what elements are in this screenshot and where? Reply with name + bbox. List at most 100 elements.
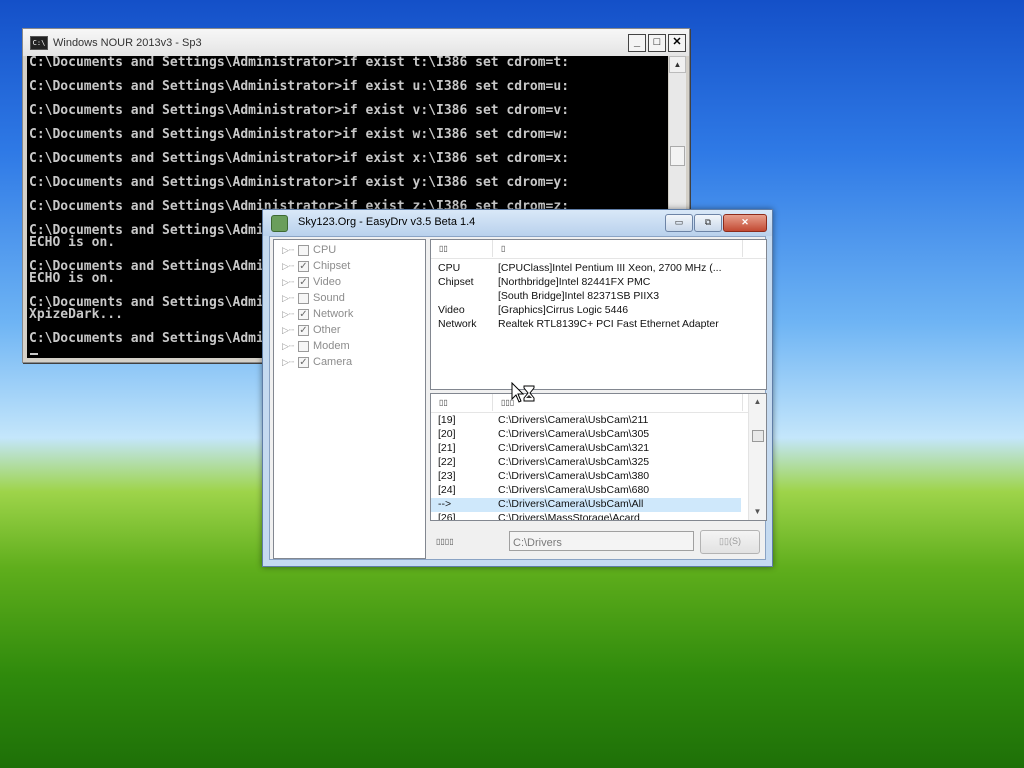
console-line: C:\Documents and Settings\Administrator>… (29, 103, 570, 118)
row-index: [23] (438, 470, 456, 482)
expand-icon[interactable]: ▷┈ (282, 293, 294, 304)
tree-item-chipset[interactable]: ▷┈ ✓ Chipset (282, 258, 350, 274)
column-header-device[interactable]: ▯ (493, 240, 743, 257)
row-path: C:\Drivers\Camera\UsbCam\211 (498, 414, 649, 426)
expand-icon[interactable]: ▷┈ (282, 277, 294, 288)
start-button[interactable]: ▯▯(S) (700, 530, 760, 554)
maximize-button[interactable]: □ (648, 34, 666, 52)
console-line: C:\Documents and Settings\Administrator>… (29, 175, 570, 190)
tree-item-video[interactable]: ▷┈ ✓ Video (282, 274, 341, 290)
easydrv-titlebar[interactable]: Sky123.Org - EasyDrv v3.5 Beta 1.4 ▭ ⧉ ✕ (263, 210, 772, 236)
close-button[interactable]: ✕ (668, 34, 686, 52)
tree-item-cpu[interactable]: ▷┈ CPU (282, 242, 336, 258)
tree-item-other[interactable]: ▷┈ ✓ Other (282, 322, 341, 338)
console-titlebar[interactable]: C:\ Windows NOUR 2013v3 - Sp3 _ □ ✕ (23, 29, 689, 56)
scroll-down-icon[interactable]: ▼ (749, 504, 766, 520)
row-index: [20] (438, 428, 456, 440)
scroll-thumb[interactable] (670, 146, 685, 166)
console-line: ECHO is on. (29, 235, 116, 250)
list-item[interactable]: [24] C:\Drivers\Camera\UsbCam\680 (431, 484, 741, 498)
driver-path-label: ▯▯▯▯ (436, 537, 454, 546)
row-device: [Northbridge]Intel 82441FX PMC (498, 276, 651, 288)
checkbox-video[interactable]: ✓ (298, 276, 309, 288)
row-device: [CPUClass]Intel Pentium III Xeon, 2700 M… (498, 262, 722, 274)
list-item[interactable]: [23] C:\Drivers\Camera\UsbCam\380 (431, 470, 741, 484)
row-type: Video (438, 304, 465, 316)
driver-path-input[interactable] (509, 531, 694, 551)
list-item[interactable]: [26] C:\Drivers\MassStorage\Acard (431, 512, 741, 520)
driver-list-scrollbar[interactable]: ▲ ▼ (748, 394, 766, 520)
row-path: C:\Drivers\Camera\UsbCam\325 (498, 456, 650, 468)
easydrv-app-icon (271, 215, 288, 232)
expand-icon[interactable]: ▷┈ (282, 325, 294, 336)
tree-item-camera[interactable]: ▷┈ ✓ Camera (282, 354, 352, 370)
list-item[interactable]: Network Realtek RTL8139C+ PCI Fast Ether… (431, 318, 766, 332)
device-category-tree[interactable]: ▷┈ CPU ▷┈ ✓ Chipset ▷┈ ✓ Video ▷┈ Sound … (273, 239, 426, 559)
close-button[interactable]: ✕ (723, 214, 767, 232)
list-item[interactable]: [20] C:\Drivers\Camera\UsbCam\305 (431, 428, 741, 442)
row-index: [24] (438, 484, 456, 496)
list-item[interactable]: Chipset [Northbridge]Intel 82441FX PMC (431, 276, 766, 290)
tree-item-label: Network (313, 308, 354, 320)
scroll-up-icon[interactable]: ▲ (669, 56, 686, 73)
expand-icon[interactable]: ▷┈ (282, 245, 294, 256)
list-item[interactable]: Video [Graphics]Cirrus Logic 5446 (431, 304, 766, 318)
minimize-button[interactable]: ▭ (665, 214, 693, 232)
checkbox-network[interactable]: ✓ (298, 308, 309, 320)
row-index: [19] (438, 414, 456, 426)
row-type: Network (438, 318, 477, 330)
row-index: --> (438, 498, 452, 510)
scroll-thumb[interactable] (752, 430, 764, 442)
row-index: [22] (438, 456, 456, 468)
row-path: C:\Drivers\Camera\UsbCam\305 (498, 428, 650, 440)
checkbox-camera[interactable]: ✓ (298, 356, 309, 368)
easydrv-title: Sky123.Org - EasyDrv v3.5 Beta 1.4 (298, 216, 476, 228)
console-line: ECHO is on. (29, 271, 116, 286)
scroll-up-icon[interactable]: ▲ (749, 394, 766, 410)
row-type: Chipset (438, 276, 474, 288)
maximize-button[interactable]: ⧉ (694, 214, 722, 232)
list-header: ▯▯ ▯ (431, 240, 766, 259)
list-item[interactable]: [21] C:\Drivers\Camera\UsbCam\321 (431, 442, 741, 456)
cmd-icon: C:\ (30, 35, 48, 50)
driver-path-list[interactable]: ▯▯ ▯▯▯ [19] C:\Drivers\Camera\UsbCam\211… (430, 393, 767, 521)
tree-item-label: CPU (313, 244, 337, 256)
text-cursor (30, 353, 38, 355)
list-item[interactable]: CPU [CPUClass]Intel Pentium III Xeon, 27… (431, 262, 766, 276)
hardware-list[interactable]: ▯▯ ▯ CPU [CPUClass]Intel Pentium III Xeo… (430, 239, 767, 390)
tree-item-label: Other (313, 324, 341, 336)
column-header-index[interactable]: ▯▯ (431, 394, 493, 411)
tree-item-sound[interactable]: ▷┈ Sound (282, 290, 345, 306)
list-item[interactable]: [South Bridge]Intel 82371SB PIIX3 (431, 290, 766, 304)
console-title: Windows NOUR 2013v3 - Sp3 (53, 36, 202, 49)
console-line: XpizeDark... (29, 307, 123, 322)
minimize-button[interactable]: _ (628, 34, 646, 52)
tree-item-label: Sound (313, 292, 345, 304)
column-header-type[interactable]: ▯▯ (431, 240, 493, 257)
console-line: C:\Documents and Settings\Administrator>… (29, 56, 570, 70)
checkbox-sound[interactable] (298, 292, 309, 304)
console-line: C:\Documents and Settings\Administrator>… (29, 127, 570, 142)
row-path: C:\Drivers\Camera\UsbCam\All (498, 498, 644, 510)
expand-icon[interactable]: ▷┈ (282, 341, 294, 352)
expand-icon[interactable]: ▷┈ (282, 261, 294, 272)
checkbox-chipset[interactable]: ✓ (298, 260, 309, 272)
tree-item-modem[interactable]: ▷┈ Modem (282, 338, 350, 354)
list-header: ▯▯ ▯▯▯ (431, 394, 766, 413)
tree-item-label: Chipset (313, 260, 351, 272)
expand-icon[interactable]: ▷┈ (282, 357, 294, 368)
checkbox-cpu[interactable] (298, 244, 309, 256)
list-item[interactable]: [22] C:\Drivers\Camera\UsbCam\325 (431, 456, 741, 470)
checkbox-modem[interactable] (298, 340, 309, 352)
console-line: C:\Documents and Settings\Administrator>… (29, 151, 570, 166)
tree-item-label: Modem (313, 340, 350, 352)
row-type: CPU (438, 262, 461, 274)
expand-icon[interactable]: ▷┈ (282, 309, 294, 320)
list-item[interactable]: [19] C:\Drivers\Camera\UsbCam\211 (431, 414, 741, 428)
row-path: C:\Drivers\Camera\UsbCam\680 (498, 484, 650, 496)
row-device: [South Bridge]Intel 82371SB PIIX3 (498, 290, 660, 302)
tree-item-network[interactable]: ▷┈ ✓ Network (282, 306, 353, 322)
list-item-selected[interactable]: --> C:\Drivers\Camera\UsbCam\All (431, 498, 741, 512)
checkbox-other[interactable]: ✓ (298, 324, 309, 336)
row-path: C:\Drivers\Camera\UsbCam\380 (498, 470, 650, 482)
